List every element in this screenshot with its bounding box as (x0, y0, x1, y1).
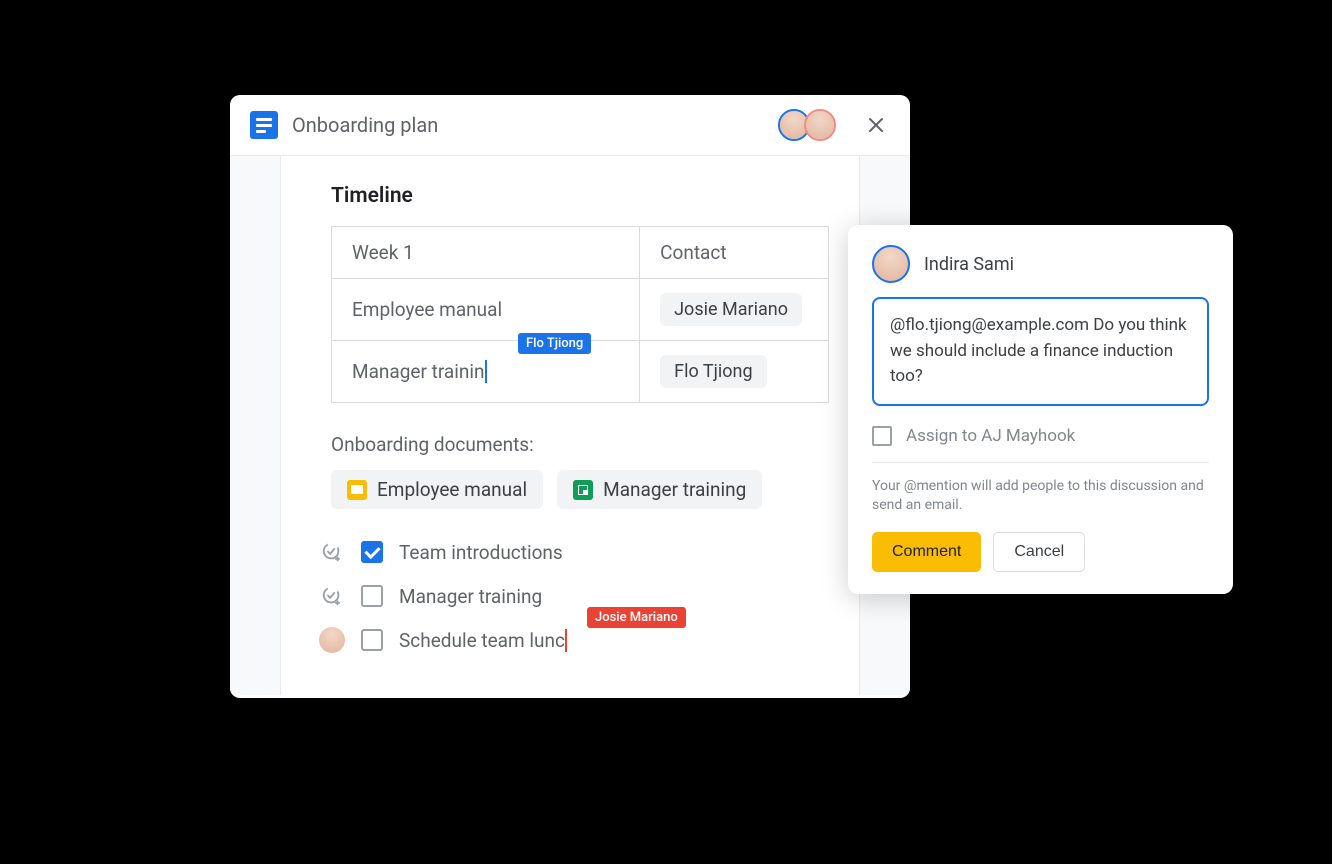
documents-heading: Onboarding documents: (331, 433, 829, 456)
checklist-item[interactable]: Team introductions (319, 539, 829, 565)
collab-cursor-flag: Josie Mariano (587, 607, 686, 628)
google-docs-icon (250, 111, 278, 139)
sheets-icon (573, 480, 593, 500)
document-chip-label: Manager training (603, 478, 746, 501)
doc-body: Timeline Week 1 Contact Employee manual … (230, 156, 910, 695)
comment-author-avatar (872, 245, 910, 283)
avatar-collaborator-2[interactable] (804, 109, 836, 141)
table-header-contact[interactable]: Contact (640, 227, 829, 279)
checklist-label: Manager training (399, 585, 542, 608)
assign-label: Assign to AJ Mayhook (906, 426, 1075, 446)
assign-task-icon[interactable] (319, 583, 345, 609)
assign-row[interactable]: Assign to AJ Mayhook (872, 420, 1209, 463)
cancel-button[interactable]: Cancel (993, 532, 1085, 572)
comment-card: Indira Sami @flo.tjiong@example.com Do y… (848, 225, 1233, 594)
checkbox[interactable] (361, 629, 383, 651)
collab-cursor-text: Manager trainin (352, 360, 487, 383)
document-chip-sheets[interactable]: Manager training (557, 470, 762, 509)
checklist: Team introductions Manager training S (319, 539, 829, 653)
task-cell[interactable]: Manager trainin Flo Tjiong (332, 341, 640, 403)
close-button[interactable] (862, 111, 890, 139)
table-row: Manager trainin Flo Tjiong Flo Tjiong (332, 341, 829, 403)
assignee-avatar-icon[interactable] (319, 627, 345, 653)
contact-chip[interactable]: Josie Mariano (660, 293, 802, 326)
contact-chip[interactable]: Flo Tjiong (660, 355, 766, 388)
close-icon (868, 117, 884, 133)
contact-cell[interactable]: Josie Mariano (640, 279, 829, 341)
section-heading-timeline: Timeline (331, 184, 829, 208)
timeline-table: Week 1 Contact Employee manual Josie Mar… (331, 226, 829, 403)
comment-input[interactable]: @flo.tjiong@example.com Do you think we … (872, 297, 1209, 406)
assign-checkbox[interactable] (872, 426, 892, 446)
collaborator-avatars[interactable] (778, 109, 836, 141)
table-row: Employee manual Josie Mariano (332, 279, 829, 341)
mention-helper-text: Your @mention will add people to this di… (872, 477, 1209, 516)
checklist-label: Schedule team lunc Josie Mariano (399, 629, 567, 652)
document-chip-label: Employee manual (377, 478, 527, 501)
doc-title[interactable]: Onboarding plan (292, 113, 764, 137)
slides-icon (347, 480, 367, 500)
document-chip-slides[interactable]: Employee manual (331, 470, 543, 509)
comment-header: Indira Sami (872, 245, 1209, 283)
doc-window: Onboarding plan Timeline Week 1 Contact … (230, 95, 910, 698)
checklist-label: Team introductions (399, 541, 563, 564)
checklist-item[interactable]: Schedule team lunc Josie Mariano (319, 627, 829, 653)
table-header-row: Week 1 Contact (332, 227, 829, 279)
comment-actions: Comment Cancel (872, 532, 1209, 572)
table-header-week[interactable]: Week 1 (332, 227, 640, 279)
contact-cell[interactable]: Flo Tjiong (640, 341, 829, 403)
checkbox[interactable] (361, 585, 383, 607)
comment-author-name: Indira Sami (924, 254, 1014, 275)
task-cell[interactable]: Employee manual (332, 279, 640, 341)
checkbox[interactable] (361, 541, 383, 563)
collab-cursor-text: Schedule team lunc (399, 629, 567, 652)
assign-task-icon[interactable] (319, 539, 345, 565)
checklist-item[interactable]: Manager training (319, 583, 829, 609)
collab-cursor-flag: Flo Tjiong (518, 333, 591, 354)
comment-button[interactable]: Comment (872, 532, 981, 572)
doc-header: Onboarding plan (230, 95, 910, 156)
doc-page[interactable]: Timeline Week 1 Contact Employee manual … (280, 156, 860, 695)
document-chips-row: Employee manual Manager training (331, 470, 829, 509)
